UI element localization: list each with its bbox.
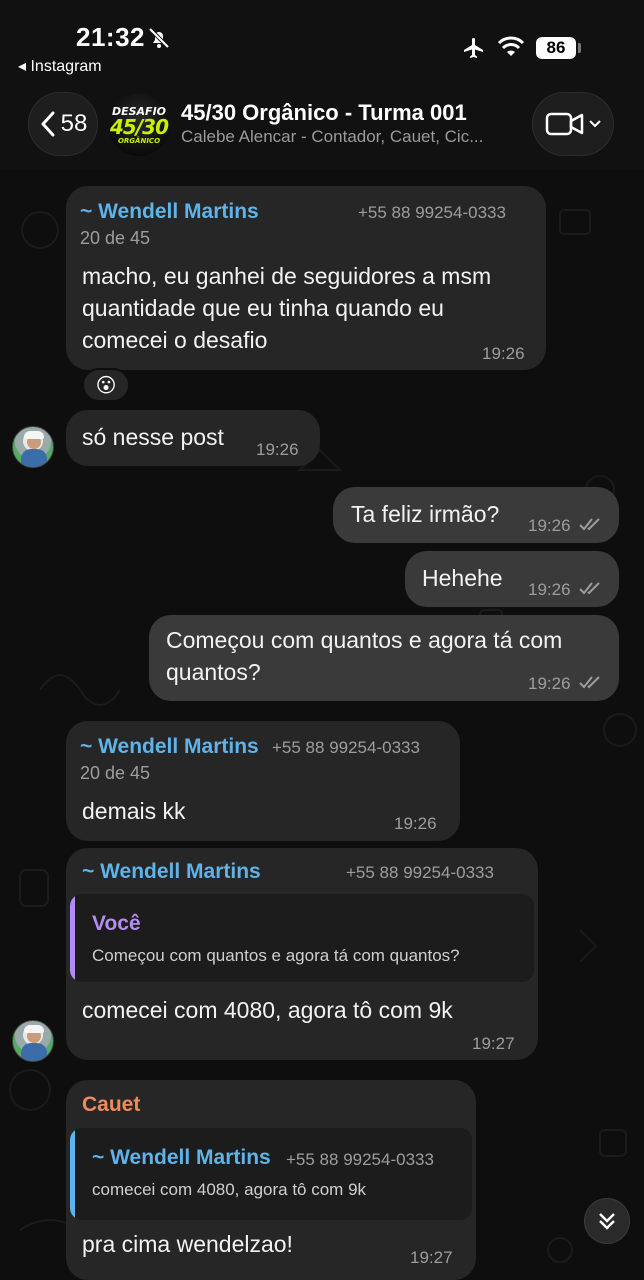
group-title[interactable]: 45/30 Orgânico - Turma 001 <box>181 100 467 126</box>
message-text-line: Começou com quantos e agora tá com <box>166 627 563 653</box>
message-bubble[interactable]: Cauet ~ Wendell Martins +55 88 99254-033… <box>66 1080 476 1280</box>
read-ticks-icon <box>579 518 600 531</box>
group-avatar[interactable]: DESAFIO 45/30 ORGÂNICO <box>108 94 170 156</box>
group-members[interactable]: Calebe Alencar - Contador, Cauet, Cic... <box>181 127 521 147</box>
message-time: 19:26 <box>482 344 525 363</box>
message-bubble[interactable]: só nesse post 19:26 <box>66 410 320 466</box>
airplane-icon <box>464 38 483 58</box>
message-time: 19:26 <box>528 674 571 693</box>
outgoing-message-bubble[interactable]: Hehehe 19:26 <box>405 551 619 607</box>
sender-phone: +55 88 99254-0333 <box>346 863 494 882</box>
message-text-line: quantos? <box>166 659 261 685</box>
sender-name[interactable]: Cauet <box>82 1093 140 1117</box>
quoted-reply[interactable]: ~ Wendell Martins +55 88 99254-0333 come… <box>70 1128 472 1220</box>
reply-accent-bar <box>70 1128 75 1220</box>
scroll-to-bottom-button[interactable] <box>584 1198 630 1244</box>
group-avatar-line3: ORGÂNICO <box>117 136 161 145</box>
chat-header: 58 DESAFIO 45/30 ORGÂNICO 45/30 Orgânico… <box>0 80 644 170</box>
message-text: Hehehe <box>422 565 503 591</box>
reply-sender: ~ Wendell Martins <box>92 1146 271 1169</box>
message-text-line: quantidade que eu tinha quando eu <box>82 295 444 321</box>
member-rank: 20 de 45 <box>80 228 151 248</box>
message-time: 19:27 <box>410 1248 453 1267</box>
read-ticks-icon <box>579 676 600 689</box>
read-ticks-icon <box>579 582 600 595</box>
battery-indicator: 86 <box>536 37 576 59</box>
wifi-icon <box>497 36 525 56</box>
message-bubble[interactable]: ~ Wendell Martins +55 88 99254-0333 20 d… <box>66 721 460 841</box>
avatar[interactable] <box>12 1020 54 1062</box>
double-chevron-down-icon <box>599 1213 615 1230</box>
sender-name[interactable]: ~ Wendell Martins <box>82 860 261 884</box>
reply-sender: Você <box>92 912 141 935</box>
status-bar: 21:32 ◂ Instagram 86 <box>0 0 644 80</box>
reaction-emoji[interactable]: 😮 <box>82 368 130 402</box>
sender-phone: +55 88 99254-0333 <box>358 203 506 222</box>
message-text: comecei com 4080, agora tô com 9k <box>82 997 453 1023</box>
message-text: demais kk <box>82 798 186 824</box>
bell-muted-icon <box>148 27 170 49</box>
message-time: 19:26 <box>528 516 571 535</box>
message-time: 19:26 <box>528 580 571 599</box>
chevron-down-icon <box>589 120 601 128</box>
back-to-instagram-link[interactable]: ◂ Instagram <box>18 56 102 76</box>
reply-accent-bar <box>70 894 75 982</box>
message-bubble[interactable]: ~ Wendell Martins +55 88 99254-0333 Você… <box>66 848 538 1060</box>
unread-count: 58 <box>60 110 88 137</box>
message-text-line: macho, eu ganhei de seguidores a msm <box>82 263 492 289</box>
reply-text: comecei com 4080, agora tô com 9k <box>92 1180 367 1199</box>
message-text: só nesse post <box>82 424 224 450</box>
message-text: Ta feliz irmão? <box>351 501 500 527</box>
message-time: 19:27 <box>472 1034 515 1053</box>
sender-name[interactable]: ~ Wendell Martins <box>80 735 259 759</box>
reply-text: Começou com quantos e agora tá com quant… <box>92 946 460 965</box>
status-time: 21:32 <box>76 22 145 52</box>
quoted-reply[interactable]: Você Começou com quantos e agora tá com … <box>70 894 534 982</box>
member-rank: 20 de 45 <box>80 763 151 783</box>
message-text-line: comecei o desafio <box>82 327 268 353</box>
avatar[interactable] <box>12 426 54 468</box>
group-avatar-line2: 45/30 <box>110 114 169 139</box>
video-call-button[interactable] <box>532 92 614 156</box>
sender-phone: +55 88 99254-0333 <box>272 738 420 757</box>
battery-tip <box>578 43 581 53</box>
message-time: 19:26 <box>394 814 437 833</box>
message-bubble[interactable]: ~ Wendell Martins +55 88 99254-0333 20 d… <box>66 186 546 370</box>
outgoing-message-bubble[interactable]: Ta feliz irmão? 19:26 <box>333 487 619 543</box>
message-time: 19:26 <box>256 440 299 459</box>
video-camera-icon <box>545 112 584 136</box>
chevron-left-icon <box>41 111 55 137</box>
sender-name[interactable]: ~ Wendell Martins <box>80 200 259 224</box>
message-text: pra cima wendelzao! <box>82 1231 293 1257</box>
reply-sender-phone: +55 88 99254-0333 <box>286 1150 434 1169</box>
outgoing-message-bubble[interactable]: Começou com quantos e agora tá com quant… <box>149 615 619 701</box>
back-button[interactable]: 58 <box>28 92 98 156</box>
